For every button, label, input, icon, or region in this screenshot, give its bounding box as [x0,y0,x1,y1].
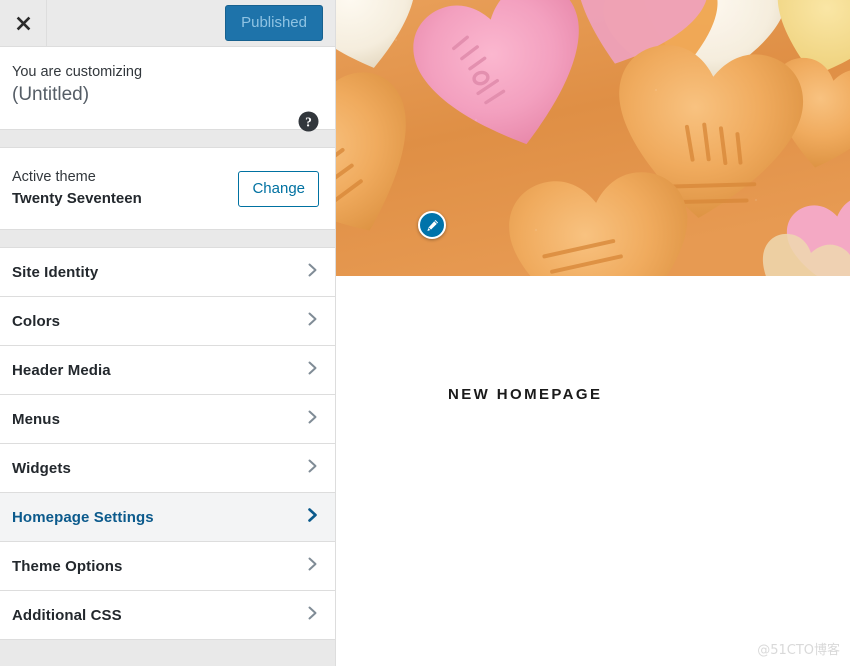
customizer-section-list: Site Identity Colors Header Media Menus … [0,248,335,640]
sidebar-item-widgets[interactable]: Widgets [0,444,335,493]
customizer-topbar: Published [0,0,335,47]
page-title: NEW HOMEPAGE [448,386,603,403]
active-theme-name: Twenty Seventeen [12,189,142,207]
customizing-eyebrow: You are customizing [12,64,143,80]
sidebar-gap-middle [0,230,335,248]
chevron-right-icon [306,409,319,430]
active-theme-panel: Active theme Twenty Seventeen Change [0,148,335,230]
customizing-panel: You are customizing (Untitled) ? [0,47,335,132]
active-theme-info: Active theme Twenty Seventeen [12,168,142,209]
customizer-screen: Published You are customizing (Untitled)… [0,0,850,666]
customizer-sidebar: Published You are customizing (Untitled)… [0,0,336,666]
sidebar-item-label: Widgets [12,459,71,477]
change-theme-button[interactable]: Change [238,170,319,207]
sidebar-item-label: Site Identity [12,263,99,281]
sidebar-item-site-identity[interactable]: Site Identity [0,248,335,297]
pencil-edit-icon [425,218,440,233]
publish-button[interactable]: Published [225,5,323,41]
sidebar-item-label: Homepage Settings [12,508,154,526]
chevron-right-icon [306,360,319,381]
chevron-right-icon [306,262,319,283]
chevron-right-icon [306,556,319,577]
chevron-right-icon [306,507,319,528]
chevron-right-icon [306,458,319,479]
sidebar-item-label: Menus [12,410,61,428]
close-icon [15,15,32,32]
edit-header-image-shortcut-button[interactable] [418,211,446,239]
sidebar-item-menus[interactable]: Menus [0,395,335,444]
customizing-title: (Untitled) [12,83,90,105]
sidebar-footer [0,640,335,666]
header-image [336,0,850,276]
sidebar-item-homepage-settings[interactable]: Homepage Settings [0,493,335,542]
publish-button-wrapper: Published [225,0,335,46]
sidebar-gap-top [0,130,335,148]
sidebar-item-label: Additional CSS [12,606,122,624]
sidebar-item-theme-options[interactable]: Theme Options [0,542,335,591]
sidebar-item-label: Colors [12,312,61,330]
site-preview-frame[interactable]: NEW HOMEPAGE @51CTO博客 [336,0,850,666]
sidebar-item-label: Header Media [12,361,111,379]
sidebar-item-header-media[interactable]: Header Media [0,346,335,395]
help-icon[interactable]: ? [298,111,319,132]
sidebar-item-label: Theme Options [12,557,123,575]
watermark: @51CTO博客 [757,643,840,658]
chevron-right-icon [306,605,319,626]
sidebar-item-colors[interactable]: Colors [0,297,335,346]
svg-text:?: ? [305,114,312,129]
active-theme-eyebrow: Active theme [12,169,96,186]
site-content-area: NEW HOMEPAGE [336,276,850,666]
sidebar-item-additional-css[interactable]: Additional CSS [0,591,335,640]
chevron-right-icon [306,311,319,332]
close-customizer-button[interactable] [0,0,47,46]
